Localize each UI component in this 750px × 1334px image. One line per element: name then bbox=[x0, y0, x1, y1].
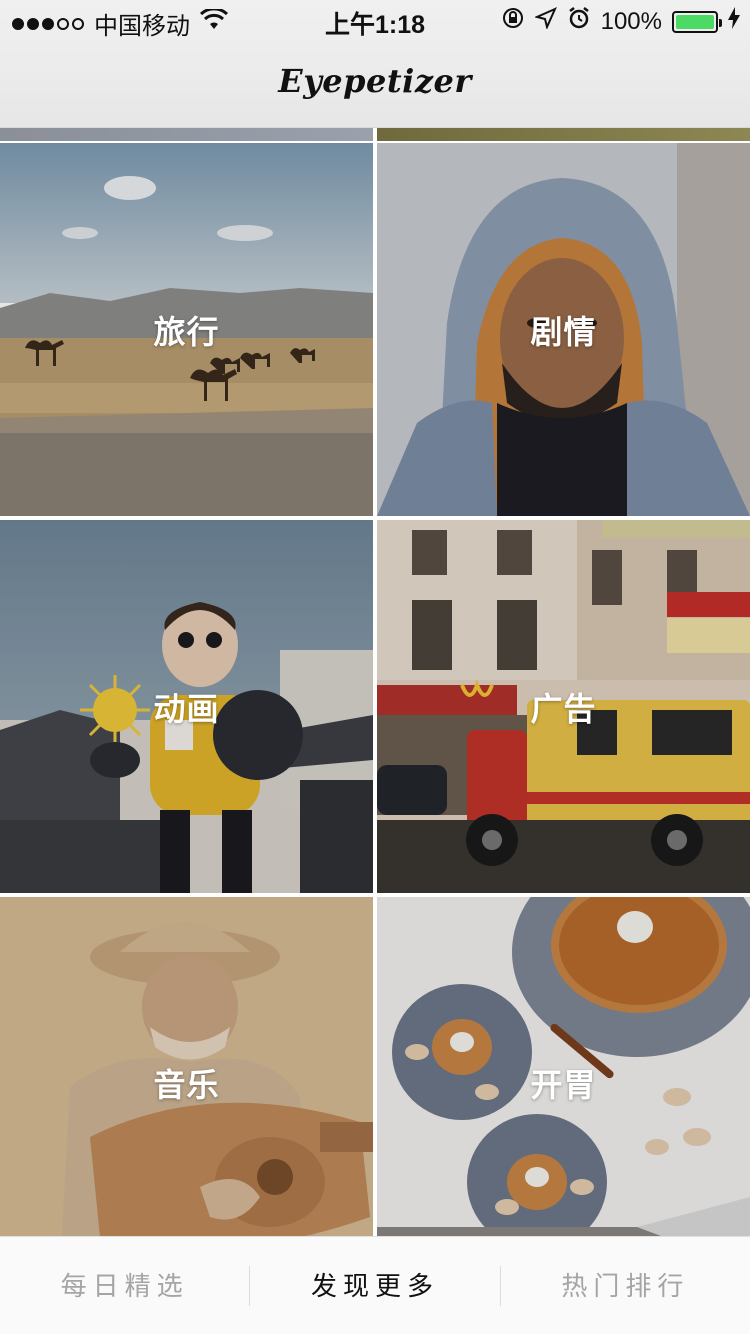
category-label: 开胃 bbox=[530, 1067, 597, 1103]
category-label: 音乐 bbox=[153, 1067, 220, 1103]
category-grid: 旅行 剧情 动画 广告 音乐 开胃 bbox=[0, 128, 750, 1236]
top-header: 中国移动 上午1:18 100% Eyepetizer bbox=[0, 0, 750, 128]
status-right: 100% bbox=[501, 6, 740, 37]
category-tile-ads[interactable]: 广告 bbox=[377, 520, 750, 893]
category-label: 动画 bbox=[153, 690, 220, 727]
battery-icon bbox=[672, 10, 722, 33]
status-bar: 中国移动 上午1:18 100% bbox=[0, 0, 750, 40]
orientation-lock-icon bbox=[501, 6, 525, 37]
category-tile-travel[interactable]: 旅行 bbox=[0, 143, 373, 516]
battery-fill bbox=[676, 14, 714, 29]
category-tile-peek-left[interactable] bbox=[0, 128, 373, 141]
category-tile-animation[interactable]: 动画 bbox=[0, 520, 373, 893]
app-title: Eyepetizer bbox=[278, 62, 472, 100]
category-tile-appetizer[interactable]: 开胃 bbox=[377, 897, 750, 1236]
alarm-icon bbox=[567, 6, 591, 37]
tab-hot-ranking[interactable]: 热门排行 bbox=[501, 1237, 750, 1334]
category-tile-peek-right[interactable] bbox=[377, 128, 750, 141]
bottom-tab-bar: 每日精选 发现更多 热门排行 bbox=[0, 1236, 750, 1334]
tab-daily-selection[interactable]: 每日精选 bbox=[0, 1237, 249, 1334]
tab-discover-more[interactable]: 发现更多 bbox=[250, 1237, 499, 1334]
location-icon bbox=[533, 7, 557, 36]
category-label: 剧情 bbox=[530, 313, 597, 350]
category-label: 广告 bbox=[530, 690, 597, 727]
charging-icon bbox=[728, 7, 740, 36]
category-label: 旅行 bbox=[153, 313, 220, 350]
category-tile-music[interactable]: 音乐 bbox=[0, 897, 373, 1236]
category-tile-drama[interactable]: 剧情 bbox=[377, 143, 750, 516]
battery-percent: 100% bbox=[600, 7, 662, 35]
